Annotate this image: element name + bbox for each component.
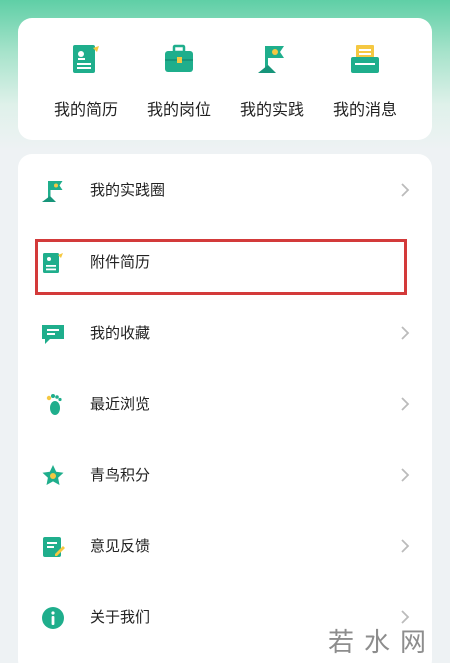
menu-item-points[interactable]: 青鸟积分 [18, 451, 432, 499]
menu-item-label: 关于我们 [90, 608, 151, 626]
quick-actions-card: 我的简历 我的岗位 我的实践 我的消息 [18, 18, 432, 140]
quick-action-jobs[interactable]: 我的岗位 [134, 42, 224, 120]
watermark: 若水网 [328, 628, 437, 658]
menu-card: 我的实践圈 附件简历 我的收藏 最近浏览 青鸟积分 意见反馈 关于我们 [18, 154, 432, 663]
menu-item-practice-circle[interactable]: 我的实践圈 [18, 166, 432, 214]
resume-icon [73, 45, 99, 73]
menu-item-label: 我的收藏 [90, 324, 151, 342]
quick-action-practice[interactable]: 我的实践 [227, 42, 317, 120]
menu-item-feedback[interactable]: 意见反馈 [18, 522, 432, 570]
quick-action-resume[interactable]: 我的简历 [41, 42, 131, 120]
quick-action-label: 我的简历 [53, 100, 118, 119]
star-points-icon [42, 465, 64, 485]
menu-item-label: 我的实践圈 [90, 181, 166, 199]
info-icon [42, 607, 64, 629]
menu-item-label: 意见反馈 [90, 537, 151, 555]
chevron-right-icon [401, 397, 410, 411]
briefcase-icon [165, 44, 193, 72]
favorites-icon [42, 325, 64, 344]
practice-flag-icon [258, 46, 284, 73]
chevron-right-icon [401, 183, 410, 197]
highlight-box [35, 239, 407, 295]
chevron-right-icon [401, 468, 410, 482]
footprint-icon [46, 394, 62, 415]
menu-item-label: 最近浏览 [90, 395, 151, 413]
quick-action-label: 我的实践 [239, 100, 304, 119]
quick-action-messages[interactable]: 我的消息 [320, 42, 410, 120]
menu-item-favorites[interactable]: 我的收藏 [18, 309, 432, 357]
feedback-icon [43, 537, 65, 557]
menu-item-label: 青鸟积分 [90, 466, 151, 484]
practice-circle-icon [42, 181, 63, 202]
message-icon [351, 45, 379, 73]
quick-action-label: 我的消息 [332, 100, 397, 119]
menu-item-recent-views[interactable]: 最近浏览 [18, 380, 432, 428]
chevron-right-icon [401, 539, 410, 553]
quick-action-label: 我的岗位 [146, 100, 211, 119]
chevron-right-icon [401, 326, 410, 340]
